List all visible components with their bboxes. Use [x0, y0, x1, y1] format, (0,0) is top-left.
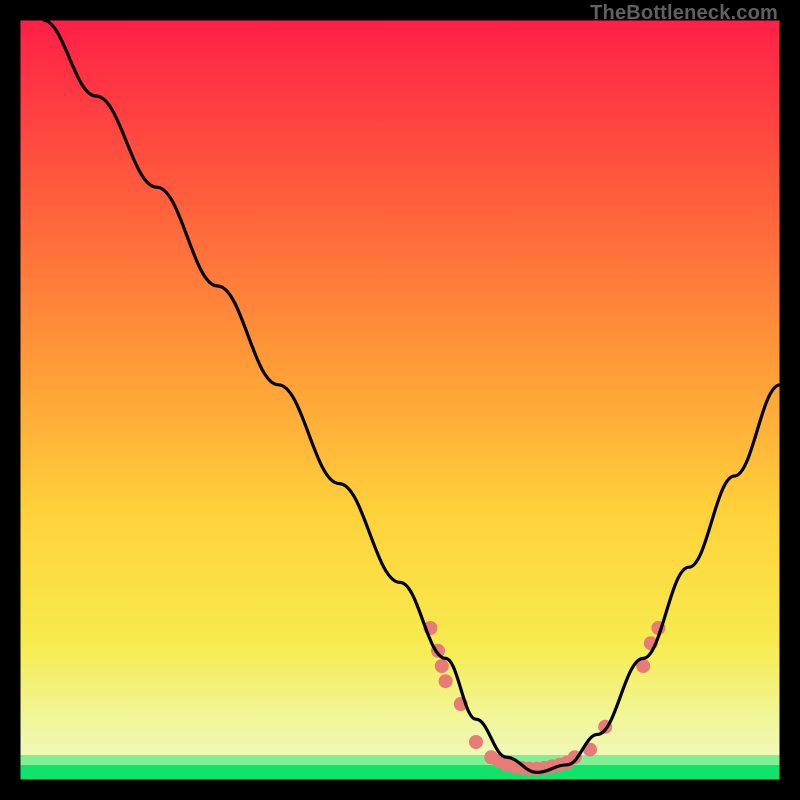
- chart-canvas: [20, 20, 780, 780]
- data-marker: [469, 735, 483, 749]
- data-marker: [435, 659, 449, 673]
- gradient-background: [20, 20, 780, 780]
- bottom-green-fade: [20, 755, 780, 765]
- bottom-green-band: [20, 765, 780, 780]
- watermark-text: TheBottleneck.com: [590, 2, 778, 25]
- data-marker: [439, 674, 453, 688]
- chart-frame: [20, 20, 780, 780]
